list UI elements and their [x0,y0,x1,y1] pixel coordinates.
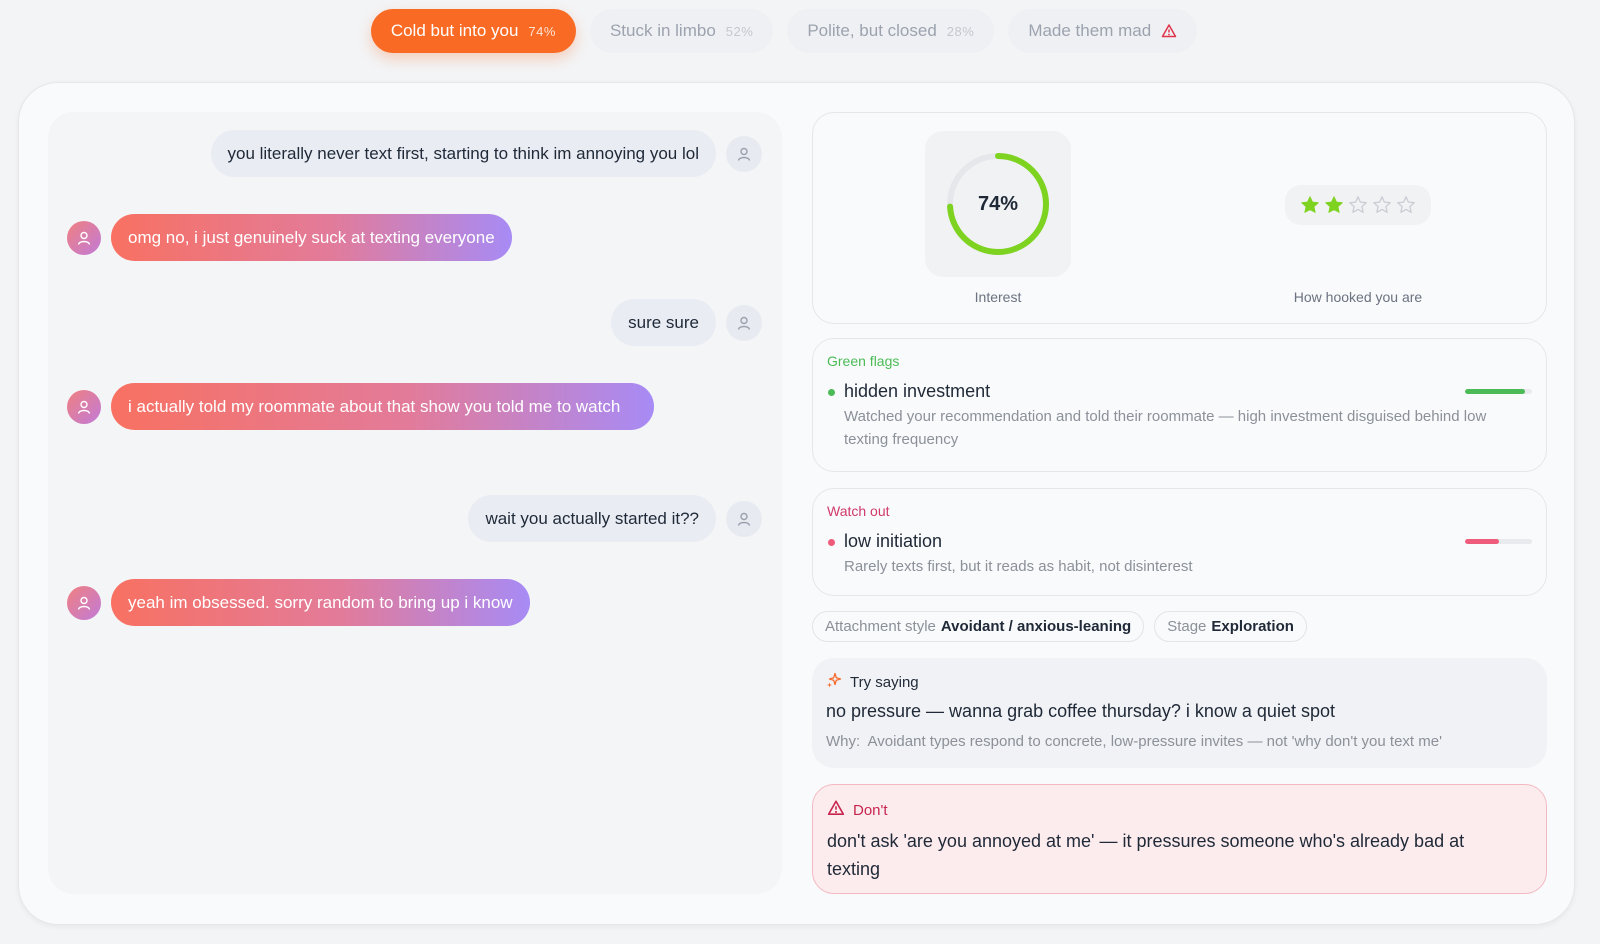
why-label: Why: [826,733,861,750]
message-me: wait you actually started it?? [468,495,762,542]
red-dot-icon [828,539,835,546]
message-them: i actually told my roommate about that s… [67,383,654,430]
contact-avatar-icon [67,585,101,620]
warning-icon [827,799,845,821]
watch-out-item: low initiation Rarely texts first, but i… [827,531,1532,578]
attachment-style-chip: Attachment style Avoidant / anxious-lean… [812,611,1145,642]
watch-out-title: Watch out [827,503,890,519]
message-bubble: omg no, i just genuinely suck at texting… [111,214,512,261]
sparkle-icon [826,672,842,692]
chip-value: Exploration [1211,618,1294,635]
tab-percent: 52% [725,23,754,39]
watch-out-card: Watch out low initiation Rarely texts fi… [812,488,1547,596]
interest-gauge: 74% [925,131,1071,277]
contact-avatar-icon [67,389,101,424]
flag-description: Rarely texts first, but it reads as habi… [844,558,1193,575]
flag-strength-fill [1465,389,1526,394]
message-bubble: wait you actually started it?? [468,495,716,542]
stage-chip: Stage Exploration [1154,611,1307,642]
dont-title: Don't [853,801,888,819]
suggestion-reason: Why: Avoidant types respond to concrete,… [826,733,1533,750]
chip-value: Avoidant / anxious-leaning [940,618,1132,635]
dont-header: Don't [827,799,1532,821]
star-filled-icon [1301,196,1319,213]
star-empty-icon [1397,196,1415,213]
dont-message: don't ask 'are you annoyed at me' — it p… [827,831,1465,879]
green-flag-item: hidden investment Watched your recommend… [827,381,1532,451]
flag-description: Watched your recommendation and told the… [844,408,1487,448]
contact-avatar-icon [67,220,101,255]
trait-chips: Attachment style Avoidant / anxious-lean… [812,611,1307,642]
interest-label: Interest [974,289,1022,305]
tab-label: Polite, but closed [807,21,937,40]
star-filled-icon [1325,196,1343,213]
tab-label: Cold but into you [390,21,519,40]
user-avatar-icon [726,500,762,537]
flag-name: hidden investment [844,381,991,401]
message-bubble: yeah im obsessed. sorry random to bring … [111,579,530,626]
chip-key: Attachment style [825,618,936,635]
tab-made-them-mad[interactable]: Made them mad [1008,9,1198,53]
message-bubble: i actually told my roommate about that s… [111,383,654,430]
message-them: yeah im obsessed. sorry random to bring … [67,579,530,626]
interest-value: 74% [977,192,1019,215]
tab-label: Made them mad [1028,21,1152,40]
score-card: 74% Interest How hooked you are [812,112,1547,324]
stars-label: How hooked you are [1293,289,1423,305]
user-avatar-icon [726,135,762,172]
green-dot-icon [828,389,835,396]
user-avatar-icon [726,304,762,341]
message-bubble: you literally never text first, starting… [210,130,716,177]
message-them: omg no, i just genuinely suck at texting… [67,214,512,261]
message-bubble: sure sure [611,299,716,346]
flag-strength-fill [1465,539,1499,544]
green-flags-card: Green flags hidden investment Watched yo… [812,338,1547,472]
flag-strength-bar [1465,389,1532,394]
star-empty-icon [1349,196,1367,213]
warning-icon [1161,23,1177,39]
why-text: Avoidant types respond to concrete, low-… [867,733,1442,750]
try-saying-title: Try saying [850,673,919,691]
star-empty-icon [1373,196,1391,213]
try-saying-card: Try saying no pressure — wanna grab coff… [812,658,1547,768]
suggested-message[interactable]: no pressure — wanna grab coffee thursday… [826,701,1533,722]
tab-percent: 74% [528,23,556,39]
tab-cold-but-into-you[interactable]: Cold but into you 74% [370,9,576,53]
flag-name: low initiation [844,531,943,551]
try-saying-header: Try saying [826,672,1533,692]
chip-key: Stage [1167,618,1207,635]
tab-percent: 28% [946,23,975,39]
tab-label: Stuck in limbo [609,21,716,40]
dont-card: Don't don't ask 'are you annoyed at me' … [812,784,1547,894]
message-me: sure sure [611,299,762,346]
flag-strength-bar [1465,539,1532,544]
green-flags-title: Green flags [827,353,900,369]
scenario-tabs: Cold but into you 74% Stuck in limbo 52%… [0,9,1568,53]
tab-stuck-in-limbo[interactable]: Stuck in limbo 52% [589,9,774,53]
star-rating [1285,185,1431,225]
chat-thread: you literally never text first, starting… [48,112,782,894]
tab-polite-but-closed[interactable]: Polite, but closed 28% [787,9,995,53]
message-me: you literally never text first, starting… [210,130,762,177]
